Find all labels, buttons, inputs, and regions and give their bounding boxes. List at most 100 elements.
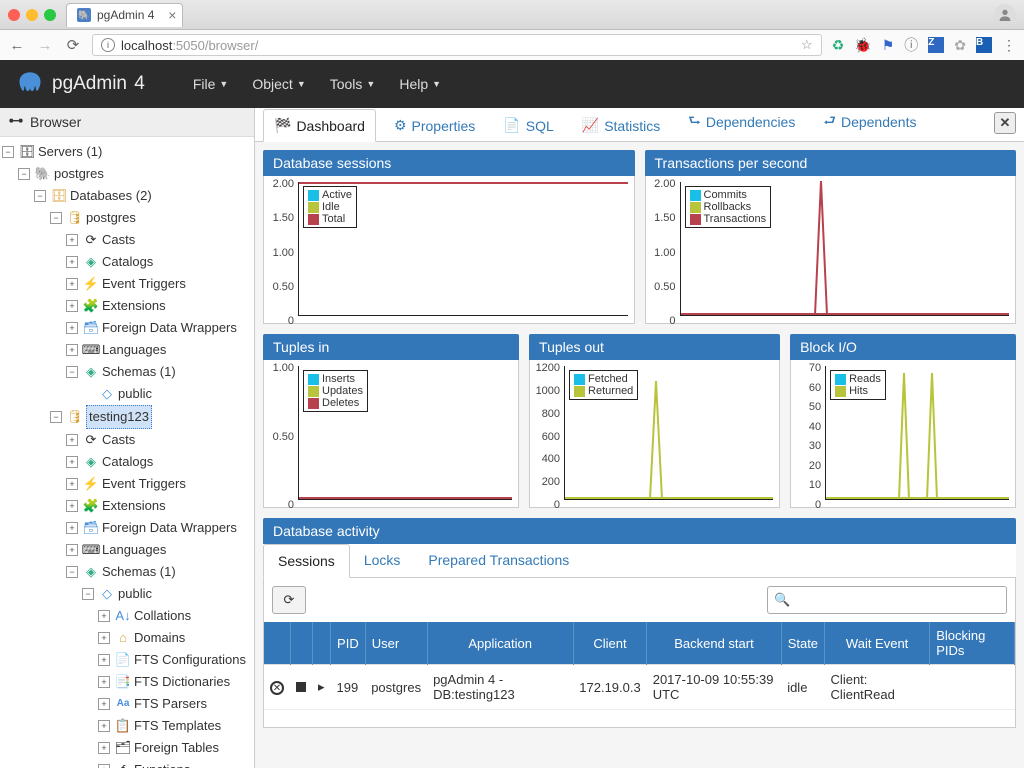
tree-fts-conf[interactable]: FTS Configurations — [134, 649, 246, 671]
col-pid[interactable]: PID — [331, 622, 366, 665]
tab-dashboard[interactable]: 🏁Dashboard — [263, 109, 376, 142]
tree-functions[interactable]: Functions — [134, 759, 190, 768]
tree-schemas-2[interactable]: Schemas (1) — [102, 561, 176, 583]
browser-tab[interactable]: 🐘 pgAdmin 4 × — [66, 3, 183, 27]
tree-toggle[interactable]: + — [66, 544, 78, 556]
menu-help[interactable]: Help▼ — [399, 76, 441, 92]
cancel-session-icon[interactable]: ✕ — [270, 681, 284, 695]
tree-extensions[interactable]: Extensions — [102, 295, 166, 317]
stop-session-icon[interactable] — [296, 682, 306, 692]
activity-tab-sessions[interactable]: Sessions — [263, 544, 350, 578]
tab-dependencies[interactable]: ⮑Dependencies — [678, 108, 805, 141]
tree-catalogs-2[interactable]: Catalogs — [102, 451, 153, 473]
activity-row[interactable]: ✕ ▸ 199 postgres pgAdmin 4 - DB:testing1… — [264, 665, 1015, 710]
tree-toggle[interactable]: + — [66, 344, 78, 356]
tree-extensions-2[interactable]: Extensions — [102, 495, 166, 517]
tree-toggle[interactable]: + — [66, 256, 78, 268]
tree-fdw-2[interactable]: Foreign Data Wrappers — [102, 517, 237, 539]
tree-toggle[interactable]: + — [66, 322, 78, 334]
tree-db-testing[interactable]: testing123 — [86, 405, 152, 429]
col-backend-start[interactable]: Backend start — [647, 622, 781, 665]
tree-fts-dict[interactable]: FTS Dictionaries — [134, 671, 230, 693]
tree-toggle[interactable]: − — [66, 566, 78, 578]
activity-tab-locks[interactable]: Locks — [350, 544, 415, 577]
tab-dependents[interactable]: ⮐Dependents — [813, 108, 926, 141]
maximize-window-icon[interactable] — [44, 9, 56, 21]
tree-schema-public-2[interactable]: public — [118, 583, 152, 605]
app-logo[interactable]: pgAdmin 4 — [16, 70, 145, 98]
tab-statistics[interactable]: 📈Statistics — [572, 110, 670, 141]
col-state[interactable]: State — [781, 622, 824, 665]
tree-toggle[interactable]: + — [66, 300, 78, 312]
tree-db-postgres[interactable]: postgres — [86, 207, 136, 229]
tree-catalogs[interactable]: Catalogs — [102, 251, 153, 273]
tree-toggle[interactable]: + — [98, 720, 110, 732]
extension-paw-icon[interactable]: ✿ — [954, 37, 966, 54]
tree-toggle[interactable]: + — [66, 500, 78, 512]
object-tree[interactable]: −🗄Servers (1) −🐘postgres −🗄Databases (2)… — [0, 137, 254, 768]
tree-schema-public[interactable]: public — [118, 383, 152, 405]
tree-foreign-tables[interactable]: Foreign Tables — [134, 737, 219, 759]
reload-button-icon[interactable]: ⟳ — [64, 36, 82, 54]
tab-close-icon[interactable]: × — [168, 7, 176, 23]
close-panel-button[interactable]: ✕ — [994, 112, 1016, 134]
back-button-icon[interactable]: ← — [8, 37, 26, 54]
tree-toggle[interactable]: + — [98, 610, 110, 622]
col-wait[interactable]: Wait Event — [825, 622, 930, 665]
col-user[interactable]: User — [365, 622, 427, 665]
tree-toggle[interactable]: + — [66, 522, 78, 534]
activity-search-input[interactable]: 🔍 — [767, 586, 1007, 614]
activity-tab-prepared[interactable]: Prepared Transactions — [414, 544, 583, 577]
tab-properties[interactable]: ⚙Properties — [384, 110, 485, 141]
tree-toggle[interactable]: − — [34, 190, 46, 202]
tree-toggle[interactable]: + — [98, 742, 110, 754]
tree-toggle[interactable]: + — [98, 654, 110, 666]
tree-event-triggers[interactable]: Event Triggers — [102, 273, 186, 295]
tree-servers[interactable]: Servers (1) — [38, 141, 102, 163]
extension-recycle-icon[interactable]: ♻ — [832, 37, 845, 54]
tree-fts-parsers[interactable]: FTS Parsers — [134, 693, 207, 715]
tree-toggle[interactable]: + — [66, 478, 78, 490]
menu-object[interactable]: Object▼ — [252, 76, 305, 92]
address-bar[interactable]: i localhost:5050/browser/ ☆ — [92, 34, 822, 56]
extension-flag-icon[interactable]: ⚑ — [882, 37, 895, 54]
tree-toggle[interactable]: − — [50, 212, 62, 224]
tree-casts-2[interactable]: Casts — [102, 429, 135, 451]
refresh-button[interactable]: ⟳ — [272, 586, 306, 614]
tree-toggle[interactable]: + — [66, 456, 78, 468]
minimize-window-icon[interactable] — [26, 9, 38, 21]
extension-z-icon[interactable]: Z — [928, 37, 944, 53]
close-window-icon[interactable] — [8, 9, 20, 21]
tree-toggle[interactable]: + — [98, 764, 110, 768]
tree-server-postgres[interactable]: postgres — [54, 163, 104, 185]
tree-toggle[interactable]: + — [98, 698, 110, 710]
window-traffic-lights[interactable] — [8, 9, 56, 21]
extension-info-icon[interactable]: ⓘ — [904, 35, 918, 55]
extension-bug-icon[interactable]: 🐞 — [854, 37, 871, 54]
tree-toggle[interactable]: + — [66, 434, 78, 446]
tree-toggle[interactable]: − — [2, 146, 14, 158]
menu-tools[interactable]: Tools▼ — [330, 76, 376, 92]
col-application[interactable]: Application — [427, 622, 573, 665]
tree-toggle[interactable]: − — [66, 366, 78, 378]
site-info-icon[interactable]: i — [101, 38, 115, 52]
tree-domains[interactable]: Domains — [134, 627, 185, 649]
tree-toggle[interactable]: + — [66, 234, 78, 246]
tree-languages[interactable]: Languages — [102, 339, 166, 361]
bookmark-star-icon[interactable]: ☆ — [801, 37, 813, 53]
tree-schemas[interactable]: Schemas (1) — [102, 361, 176, 383]
extension-b-icon[interactable]: B — [976, 37, 992, 53]
tree-fdw[interactable]: Foreign Data Wrappers — [102, 317, 237, 339]
tree-toggle[interactable]: + — [98, 632, 110, 644]
col-client[interactable]: Client — [573, 622, 646, 665]
tree-languages-2[interactable]: Languages — [102, 539, 166, 561]
tree-collations[interactable]: Collations — [134, 605, 191, 627]
expand-row-icon[interactable]: ▸ — [318, 679, 325, 694]
menu-file[interactable]: File▼ — [193, 76, 228, 92]
chrome-menu-icon[interactable]: ⋮ — [1002, 37, 1016, 54]
tree-toggle[interactable]: + — [66, 278, 78, 290]
tree-toggle[interactable]: − — [50, 411, 62, 423]
tab-sql[interactable]: 📄SQL — [493, 110, 563, 141]
col-blocking[interactable]: Blocking PIDs — [930, 622, 1015, 665]
tree-casts[interactable]: Casts — [102, 229, 135, 251]
